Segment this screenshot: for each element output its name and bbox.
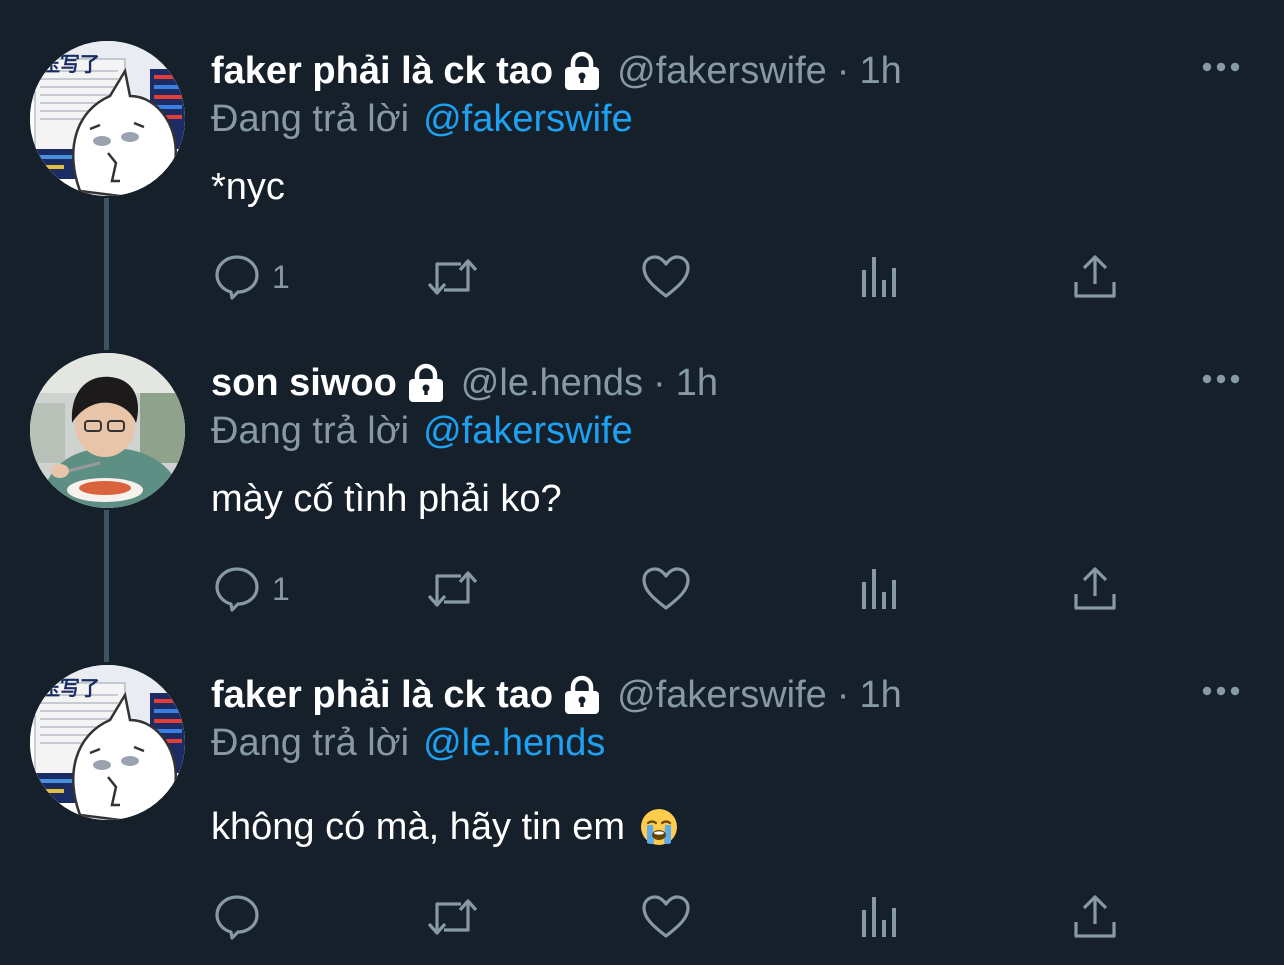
svg-text:压写了: 压写了 (40, 676, 100, 700)
retweet-button[interactable] (425, 252, 480, 302)
avatar[interactable] (30, 353, 185, 508)
avatar[interactable]: 压写了 (30, 665, 185, 820)
reply-button[interactable]: 1 (212, 564, 290, 614)
tweet-header: faker phải là ck tao @fakerswife · 1h (211, 46, 902, 96)
share-button[interactable] (1070, 892, 1120, 942)
replying-to-link[interactable]: @le.hends (423, 722, 605, 765)
timestamp[interactable]: 1h (676, 362, 718, 405)
like-button[interactable] (641, 564, 691, 614)
display-name[interactable]: faker phải là ck tao (211, 50, 553, 93)
tweet[interactable]: 压写了 faker phải là ck tao @fakerswife · 1… (0, 624, 1284, 940)
cartoon-drawing-avatar-icon: 压写了 (30, 665, 185, 820)
reply-icon (215, 567, 259, 612)
reply-button[interactable] (212, 892, 272, 942)
reply-icon (215, 255, 259, 300)
share-icon (1074, 567, 1116, 610)
share-button[interactable] (1070, 252, 1120, 302)
separator-dot: · (653, 361, 666, 404)
tweet-text: mày cố tình phải ko? (211, 474, 562, 524)
tweet-text: *nyc (211, 162, 285, 212)
cartoon-drawing-avatar-icon: 压写了 (30, 41, 185, 196)
share-icon (1074, 255, 1116, 298)
lock-icon (565, 675, 600, 714)
svg-text:压写了: 压写了 (40, 52, 100, 76)
timestamp[interactable]: 1h (859, 674, 901, 717)
tweet-thread: 压写了 faker phải là ck tao @fakerswife · 1… (0, 0, 1284, 965)
tweet-text: không có mà, hãy tin em (211, 802, 679, 852)
lock-icon (408, 363, 443, 402)
retweet-button[interactable] (425, 892, 480, 942)
reply-button[interactable]: 1 (212, 252, 290, 302)
replying-to-label: Đang trả lời (211, 97, 410, 140)
analytics-icon (862, 257, 896, 297)
reply-icon (215, 895, 259, 940)
replying-to-link[interactable]: @fakerswife (423, 410, 633, 453)
like-icon (642, 895, 690, 938)
tweet-header: faker phải là ck tao @fakerswife · 1h (211, 670, 902, 720)
avatar[interactable]: 压写了 (30, 41, 185, 196)
analytics-button[interactable] (858, 564, 904, 614)
reply-count: 1 (272, 258, 290, 295)
analytics-icon (862, 569, 896, 609)
tweet-text-content: *nyc (211, 165, 285, 208)
analytics-button[interactable] (858, 892, 904, 942)
loudly-crying-face-icon (641, 809, 677, 845)
tweet-actions (0, 892, 1284, 942)
tweet-actions: 1 (0, 564, 1284, 614)
like-button[interactable] (641, 252, 691, 302)
display-name[interactable]: faker phải là ck tao (211, 674, 553, 717)
analytics-icon (862, 897, 896, 937)
lock-icon (565, 51, 600, 90)
replying-to: Đang trả lời @fakerswife (211, 407, 633, 455)
replying-to-link[interactable]: @fakerswife (423, 98, 633, 141)
reply-count: 1 (272, 570, 290, 607)
handle[interactable]: @fakerswife (617, 50, 827, 93)
like-icon (642, 255, 690, 298)
retweet-icon (427, 571, 478, 607)
share-icon (1074, 895, 1116, 938)
separator-dot: · (836, 49, 850, 92)
like-button[interactable] (641, 892, 691, 942)
handle[interactable]: @fakerswife (617, 674, 827, 717)
replying-to-label: Đang trả lời (211, 721, 410, 764)
retweet-icon (427, 259, 478, 295)
like-icon (642, 567, 690, 610)
tweet-text-content: mày cố tình phải ko? (211, 477, 562, 520)
tweet-text-content: không có mà, hãy tin em (211, 805, 625, 848)
replying-to: Đang trả lời @fakerswife (211, 95, 633, 143)
more-options-icon[interactable] (1196, 679, 1246, 703)
more-options-icon[interactable] (1196, 55, 1246, 79)
analytics-button[interactable] (858, 252, 904, 302)
person-eating-avatar-icon (30, 353, 185, 508)
replying-to: Đang trả lời @le.hends (211, 719, 605, 767)
display-name[interactable]: son siwoo (211, 362, 397, 405)
retweet-icon (427, 899, 478, 935)
tweet-header: son siwoo @le.hends · 1h (211, 358, 718, 408)
share-button[interactable] (1070, 564, 1120, 614)
replying-to-label: Đang trả lời (211, 409, 410, 452)
tweet[interactable]: son siwoo @le.hends · 1h Đang trả lời @f… (0, 312, 1284, 624)
tweet[interactable]: 压写了 faker phải là ck tao @fakerswife · 1… (0, 0, 1284, 312)
more-options-icon[interactable] (1196, 367, 1246, 391)
tweet-actions: 1 (0, 252, 1284, 302)
retweet-button[interactable] (425, 564, 480, 614)
handle[interactable]: @le.hends (461, 362, 643, 405)
timestamp[interactable]: 1h (859, 50, 901, 93)
separator-dot: · (836, 673, 850, 716)
